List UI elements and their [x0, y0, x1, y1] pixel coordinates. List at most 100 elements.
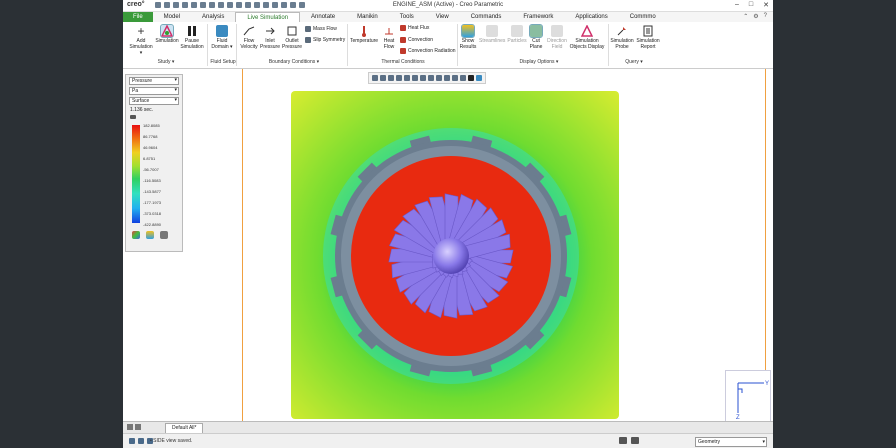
cut-plane-icon [529, 24, 543, 38]
slip-symmetry-button[interactable]: Slip Symmetry [305, 37, 345, 43]
tab-commands[interactable]: Commands [460, 12, 513, 22]
datum-display-icon[interactable] [436, 75, 442, 81]
plus-icon: + [137, 24, 145, 38]
simulation-button[interactable]: Simulation [155, 24, 179, 44]
particles-button[interactable]: Particles [507, 25, 527, 44]
mass-flow-icon [305, 26, 311, 32]
status-message: • SIDE view saved. [150, 438, 193, 444]
scale-value: -177.1973 [143, 200, 162, 205]
graphics-toolbar [368, 72, 486, 84]
streamlines-button[interactable]: Streamlines [479, 25, 505, 44]
show-results-button[interactable]: Show Results [459, 24, 477, 50]
outlet-pressure-button[interactable]: Outlet Pressure [281, 25, 303, 50]
mass-flow-button[interactable]: Mass Flow [305, 26, 337, 32]
pause-icon [186, 25, 198, 37]
zoom-in-icon[interactable] [380, 75, 386, 81]
scale-value: -116.5083 [143, 178, 161, 183]
group-boundary-conditions[interactable]: Boundary Conditions ▾ [259, 59, 329, 65]
model-tree-icon[interactable] [129, 438, 135, 444]
zoom-out-icon[interactable] [388, 75, 394, 81]
tab-applications[interactable]: Applications [564, 12, 618, 22]
tab-commmo[interactable]: Commmo [619, 12, 667, 22]
command-search-icon[interactable]: ⚙ [753, 13, 758, 20]
display-style-icon[interactable] [404, 75, 410, 81]
color-map-icon[interactable] [132, 231, 140, 239]
tab-tools[interactable]: Tools [389, 12, 425, 22]
scale-value: 86.7768 [143, 134, 158, 139]
tab-framework[interactable]: Framework [512, 12, 564, 22]
separator [207, 24, 208, 66]
next-tab-icon[interactable] [135, 424, 141, 430]
heat-flux-button[interactable]: Heat Flux [400, 25, 429, 31]
simulation-probe-button[interactable]: Simulation Probe [610, 25, 634, 50]
results-legend-panel: Pressure Pa Surface 1.136 sec. 182.8085 … [125, 74, 183, 252]
quantity-select[interactable]: Pressure [129, 77, 179, 85]
maximize-button[interactable]: □ [749, 1, 753, 9]
group-display-options[interactable]: Display Options ▾ [509, 59, 569, 65]
tab-manikin[interactable]: Manikin [346, 12, 389, 22]
unit-select[interactable]: Pa [129, 87, 179, 95]
status-bar: • SIDE view saved. Geometry [123, 433, 773, 448]
add-simulation-button[interactable]: + Add Simulation ▾ [128, 25, 154, 56]
selection-filter[interactable]: Geometry [695, 437, 767, 447]
particles-icon [511, 25, 523, 37]
legend-style-icon[interactable] [146, 231, 154, 239]
tab-annotate[interactable]: Annotate [300, 12, 346, 22]
color-scale-labels: 182.8085 86.7768 46.9604 6.8751 -56.7007… [143, 123, 161, 227]
ribbon: + Add Simulation ▾ Simulation Pause Simu… [123, 22, 773, 69]
flow-velocity-icon [243, 25, 255, 37]
tab-model[interactable]: Model [153, 12, 191, 22]
heat-flow-button[interactable]: Heat Flow [380, 25, 398, 50]
results-icon[interactable] [476, 75, 482, 81]
close-button[interactable]: ✕ [763, 1, 769, 9]
tab-file[interactable]: File [123, 12, 153, 22]
convection-radiation-button[interactable]: Convection Radiation [400, 48, 456, 54]
pause-simulation-button[interactable]: Pause Simulation [180, 25, 204, 50]
simulation-display-icon[interactable] [460, 75, 466, 81]
view-manager-icon[interactable] [420, 75, 426, 81]
perspective-icon[interactable] [428, 75, 434, 81]
outlet-pressure-icon [286, 25, 298, 37]
minimize-button[interactable]: – [735, 1, 739, 9]
prev-tab-icon[interactable] [127, 424, 133, 430]
group-fluid-setup: Fluid Setup [210, 59, 236, 65]
help-icon[interactable]: ? [764, 13, 767, 20]
temperature-icon [358, 25, 370, 37]
simulation-icon [160, 24, 174, 38]
display-select[interactable]: Surface [129, 97, 179, 105]
simulation-report-button[interactable]: Simulation Report [636, 25, 660, 50]
binoculars-icon[interactable] [619, 437, 627, 444]
temperature-button[interactable]: Temperature [350, 25, 378, 44]
graphics-window[interactable]: Pressure Pa Surface 1.136 sec. 182.8085 … [123, 69, 773, 422]
direction-field-button[interactable]: Direction Field [546, 25, 568, 50]
repaint-icon[interactable] [396, 75, 402, 81]
show-results-icon [461, 24, 475, 38]
spin-center-icon[interactable] [452, 75, 458, 81]
refit-icon[interactable] [372, 75, 378, 81]
browser-icon[interactable] [138, 438, 144, 444]
convection-button[interactable]: Convection [400, 37, 433, 43]
tab-view[interactable]: View [425, 12, 460, 22]
heat-flux-icon [400, 25, 406, 31]
simulation-report-icon [642, 25, 654, 37]
tab-analysis[interactable]: Analysis [191, 12, 235, 22]
tab-live-simulation[interactable]: Live Simulation [235, 12, 301, 22]
simulation-objects-display-button[interactable]: Simulation Objects Display [569, 24, 605, 50]
group-study[interactable]: Study ▾ [151, 59, 181, 65]
legend-settings-icon[interactable] [160, 231, 168, 239]
simulation-result-view[interactable] [291, 91, 619, 419]
scale-value: 182.8085 [143, 123, 160, 128]
simulation-time: 1.136 sec. [130, 107, 154, 113]
pause-icon[interactable] [468, 75, 474, 81]
selection-box-icon[interactable] [631, 437, 639, 444]
collapse-ribbon-icon[interactable]: ⌃ [743, 13, 748, 20]
cut-plane-button[interactable]: Cut Plane [528, 24, 544, 50]
flow-velocity-button[interactable]: Flow Velocity [239, 25, 259, 50]
fluid-domain-button[interactable]: Fluid Domain ▾ [211, 25, 233, 50]
creo-window: creo° ENGINE_ASM (Active) - Creo Paramet… [123, 0, 773, 448]
annotation-display-icon[interactable] [444, 75, 450, 81]
inlet-pressure-button[interactable]: Inlet Pressure [260, 25, 280, 50]
saved-orientations-icon[interactable] [412, 75, 418, 81]
group-query[interactable]: Query ▾ [619, 59, 649, 65]
legend-options-icon[interactable] [130, 115, 136, 119]
